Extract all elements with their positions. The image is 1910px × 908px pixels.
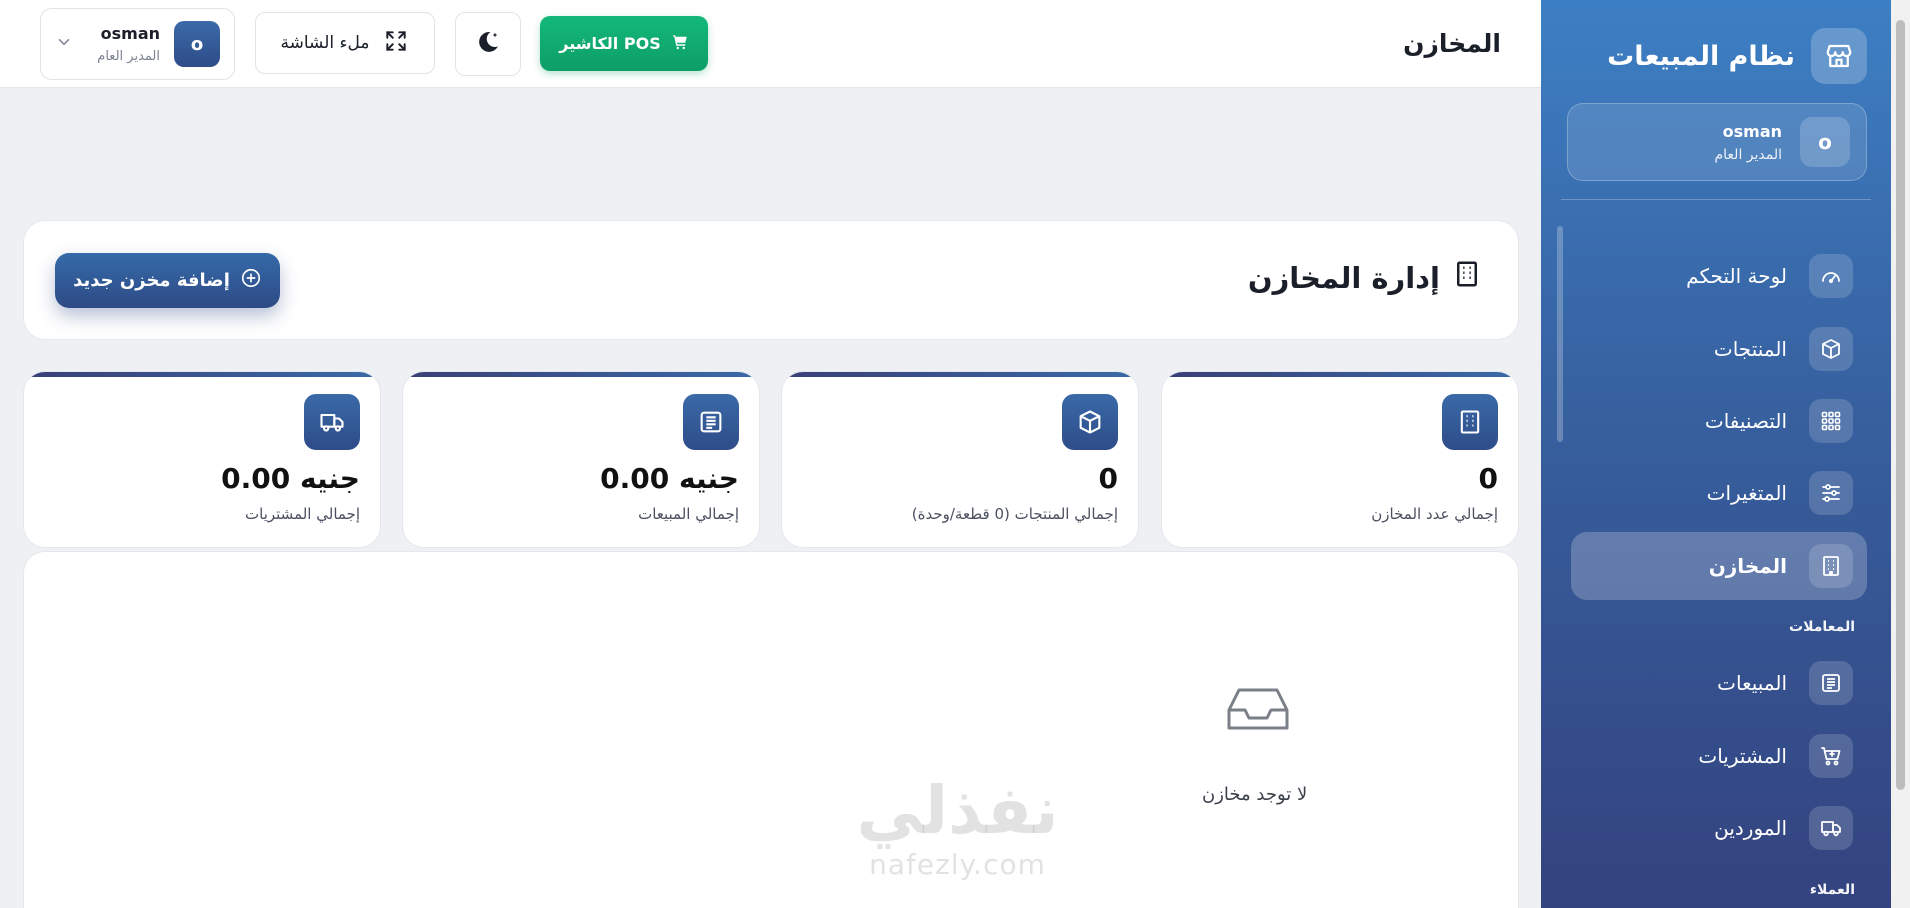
add-warehouse-button[interactable]: إضافة مخزن جديد [55,253,280,308]
sidebar: نظام المبيعات o osman المدير العام لوحة … [1541,0,1891,908]
pos-button-label: الكاشير POS [559,34,661,53]
sidebar-item-label: المشتريات [1698,744,1787,768]
sidebar-section-transactions: المعاملات [1789,619,1855,635]
sidebar-item-label: الموردين [1714,816,1787,840]
user-name: osman [100,24,160,43]
sidebar-item-label: التصنيفات [1704,409,1787,433]
truck-icon [1809,806,1853,850]
warehouse-management-card: إدارة المخازن إضافة مخزن جديد [23,220,1519,340]
section-title: إدارة المخازن [1248,259,1482,296]
user-menu[interactable]: o osman المدير العام [40,8,235,80]
stat-value: 0 [1478,462,1498,495]
sidebar-item-warehouses[interactable]: المخازن [1571,532,1867,600]
grid-icon [1809,399,1853,443]
sidebar-item-label: المخازن [1708,554,1787,578]
page-title: المخازن [1403,29,1501,58]
chevron-down-icon [55,33,73,55]
sidebar-scrollbar[interactable] [1557,226,1563,442]
empty-state-text: لا توجد مخازن [1202,784,1308,805]
receipt-icon [683,394,739,450]
brand-title: نظام المبيعات [1607,40,1795,72]
store-icon [1811,28,1867,84]
page-scrollbar[interactable] [1891,0,1910,908]
sidebar-item-sales[interactable]: المبيعات [1571,649,1867,717]
cart-icon [1809,734,1853,778]
moon-icon [474,28,502,60]
inbox-icon [1225,684,1291,738]
sidebar-section-customers: العملاء [1809,882,1855,898]
stat-value: 0 [1098,462,1118,495]
fullscreen-label: ملء الشاشة [280,33,370,53]
add-warehouse-label: إضافة مخزن جديد [73,270,230,291]
sidebar-item-purchases[interactable]: المشتريات [1571,722,1867,790]
user-role: المدير العام [97,49,160,64]
stat-card-sales: 0.00 جنيه إجمالي المبيعات [402,371,760,548]
stat-card-products: 0 إجمالي المنتجات (0 قطعة/وحدة) [781,371,1139,548]
fullscreen-button[interactable]: ملء الشاشة [255,12,435,74]
sidebar-item-dashboard[interactable]: لوحة التحكم [1571,242,1867,310]
sidebar-item-suppliers[interactable]: الموردين [1571,794,1867,862]
stat-label: إجمالي المبيعات [638,505,739,523]
sidebar-item-categories[interactable]: التصنيفات [1571,387,1867,455]
box-icon [1062,394,1118,450]
warehouses-list: لا توجد مخازن [23,551,1519,908]
sidebar-user-role: المدير العام [1714,146,1782,163]
building-icon [1452,259,1482,296]
stat-label: إجمالي المنتجات (0 قطعة/وحدة) [911,505,1118,523]
truck-icon [304,394,360,450]
pos-button[interactable]: الكاشير POS [540,16,708,71]
sidebar-item-label: المتغيرات [1706,481,1787,505]
sidebar-user-name: osman [1722,121,1782,141]
stat-value: 0.00 جنيه [221,462,360,495]
sidebar-item-label: المنتجات [1713,337,1787,361]
stat-value: 0.00 جنيه [600,462,739,495]
section-title-text: إدارة المخازن [1247,260,1440,295]
gauge-icon [1809,254,1853,298]
page-scrollbar-thumb[interactable] [1896,20,1905,790]
building-icon [1809,544,1853,588]
plus-circle-icon [240,267,262,294]
building-icon [1442,394,1498,450]
box-icon [1809,327,1853,371]
sidebar-item-variants[interactable]: المتغيرات [1571,459,1867,527]
stat-label: إجمالي المشتريات [245,505,360,523]
topbar: المخازن الكاشير POS ملء الشاشة o osman ا… [0,0,1541,88]
cart-icon [671,33,689,55]
receipt-icon [1809,661,1853,705]
theme-toggle-button[interactable] [455,12,521,76]
sidebar-item-label: المبيعات [1717,671,1787,695]
stat-card-warehouses: 0 إجمالي عدد المخازن [1161,371,1519,548]
sliders-icon [1809,471,1853,515]
stat-card-purchases: 0.00 جنيه إجمالي المشتريات [23,371,381,548]
avatar: o [1800,117,1850,167]
stat-label: إجمالي عدد المخازن [1371,505,1498,523]
expand-icon [383,28,409,59]
avatar: o [174,21,220,67]
sidebar-brand: نظام المبيعات [1565,28,1867,84]
sidebar-item-products[interactable]: المنتجات [1571,315,1867,383]
sidebar-item-label: لوحة التحكم [1686,264,1787,288]
sidebar-divider [1561,199,1871,200]
sidebar-user-card[interactable]: o osman المدير العام [1567,103,1867,181]
